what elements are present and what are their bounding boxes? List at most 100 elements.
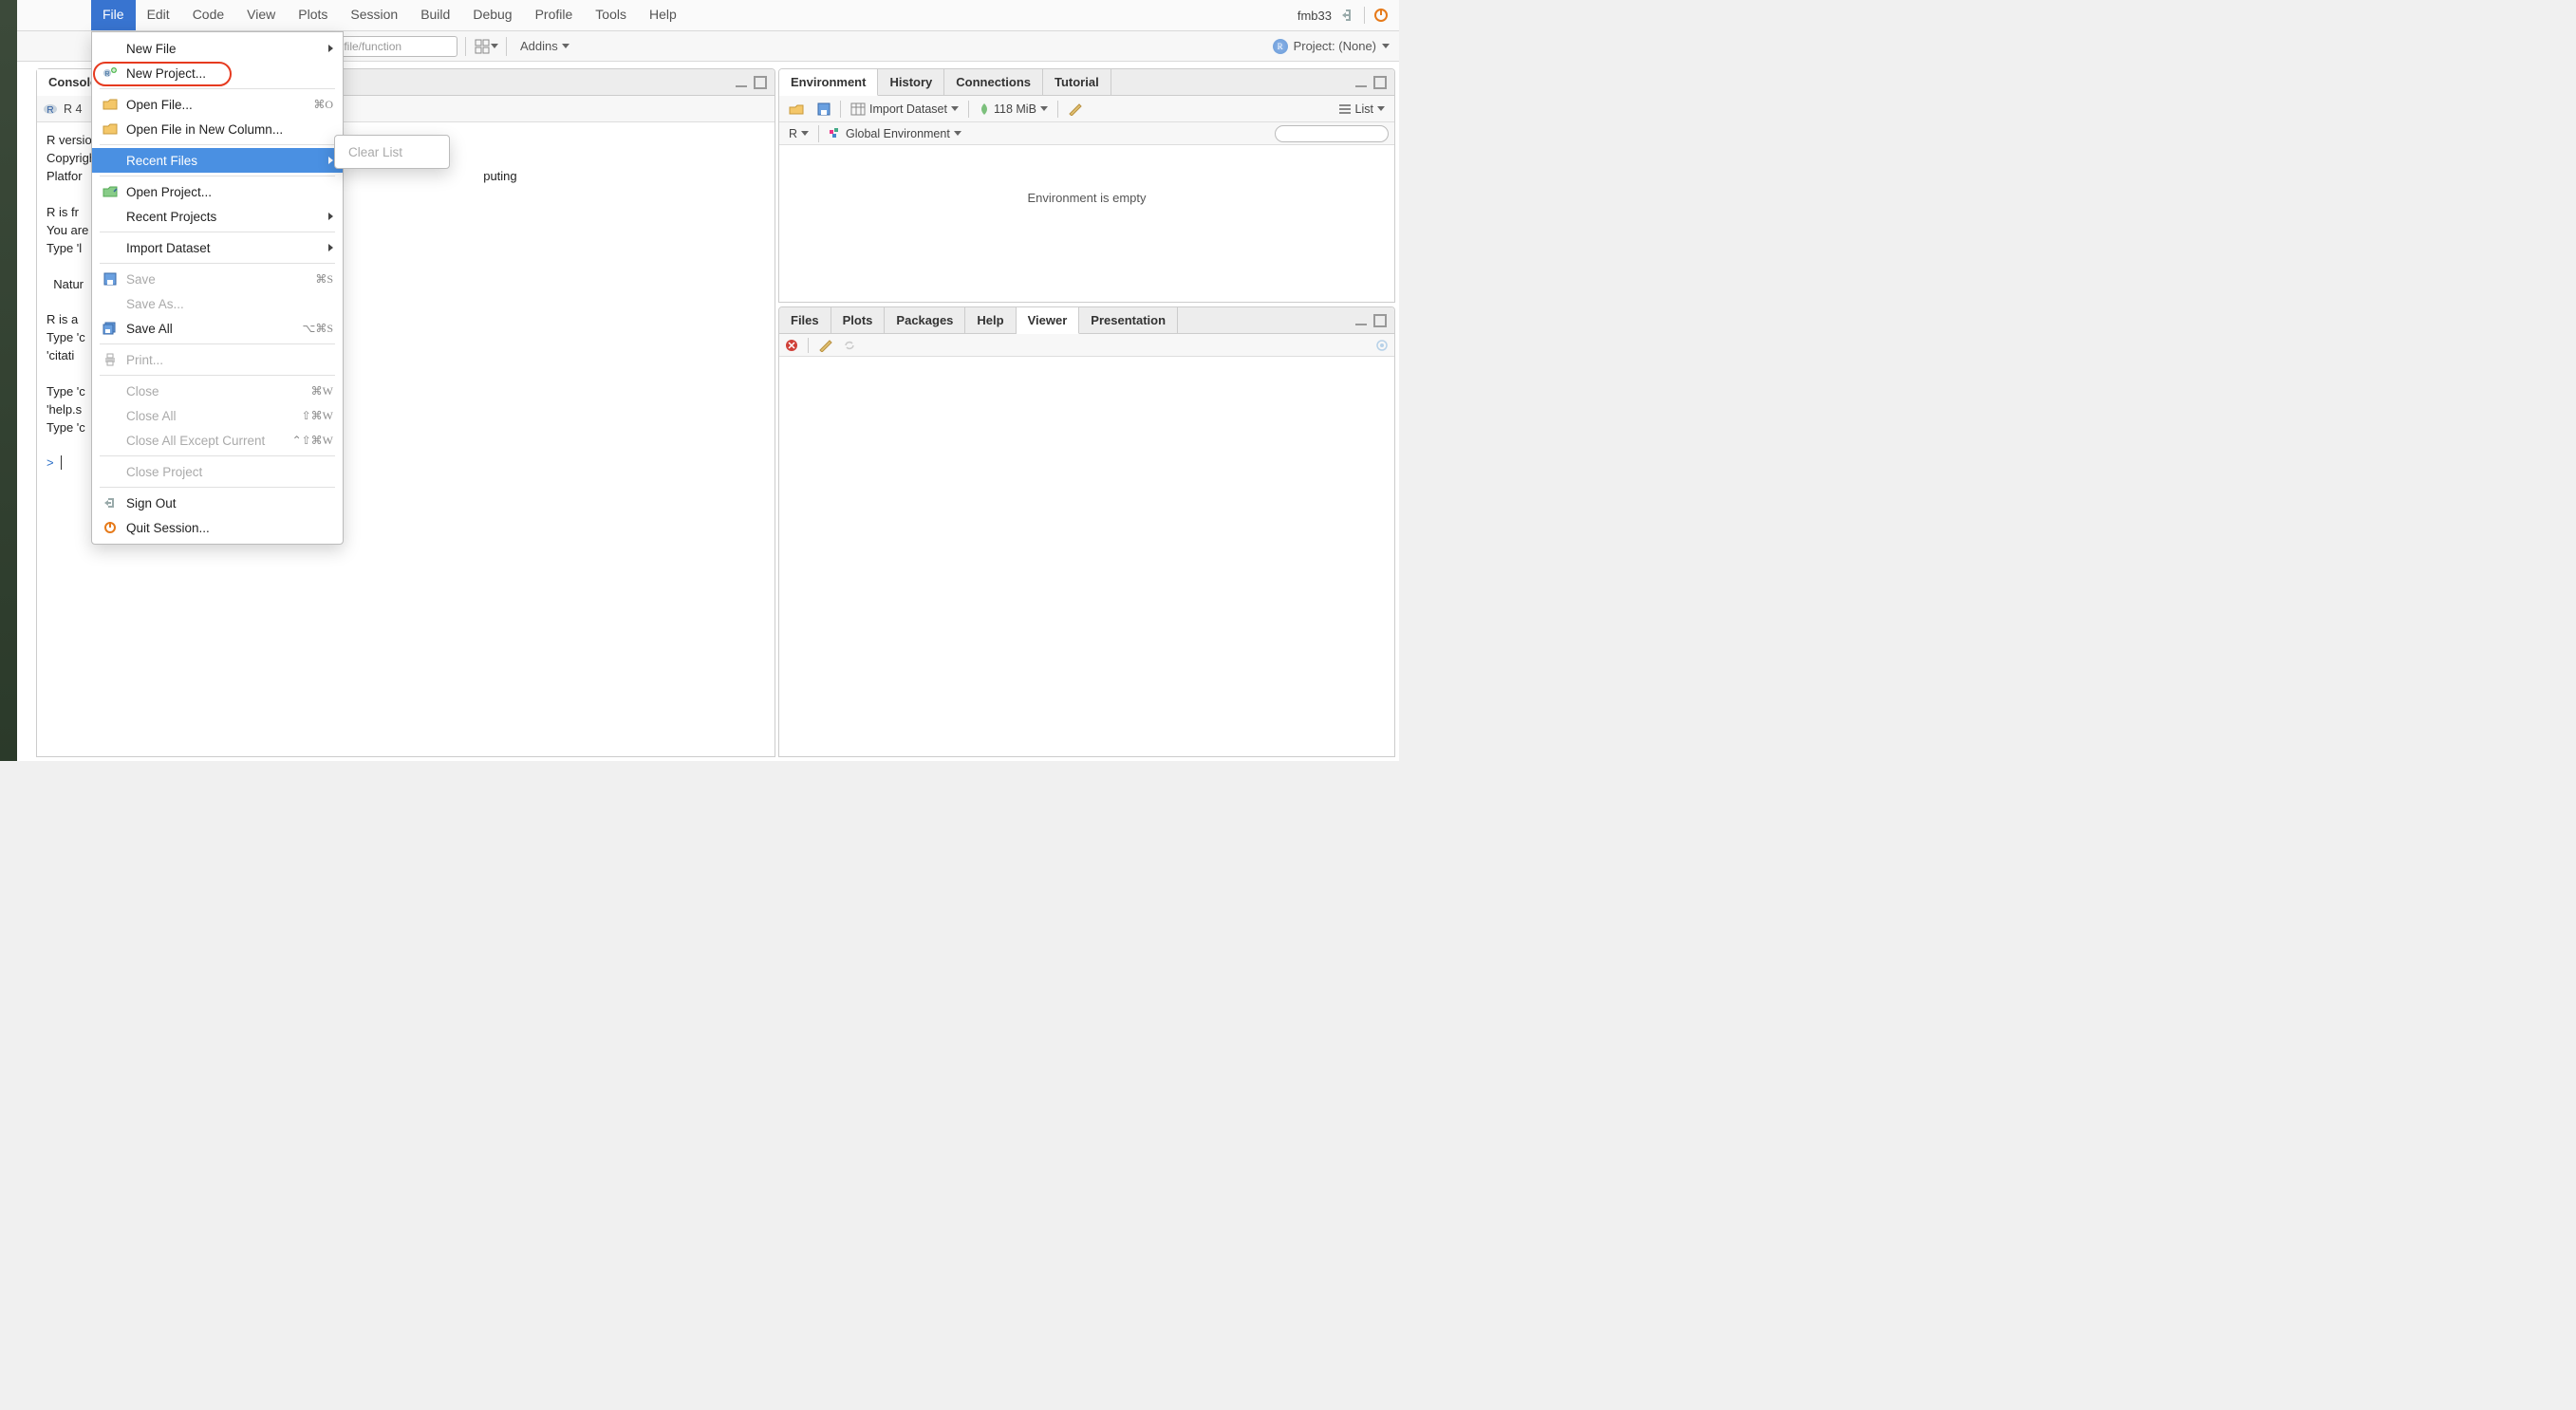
menu-edit[interactable]: Edit [136, 0, 181, 30]
env-empty-label: Environment is empty [1028, 191, 1147, 205]
viewer-tabbar: Files Plots Packages Help Viewer Present… [779, 307, 1394, 334]
file-menu-item-label: Open File in New Column... [126, 122, 333, 137]
sign-out-icon [102, 496, 119, 510]
file-menu-item[interactable]: RNew Project... [92, 61, 343, 85]
shortcut-label: ⌘O [313, 98, 333, 112]
file-menu-item-label: New File [126, 42, 321, 56]
file-menu-item[interactable]: Recent Projects [92, 204, 343, 229]
maximize-pane-icon[interactable] [1373, 314, 1387, 327]
file-menu-item[interactable]: Open File in New Column... [92, 117, 343, 141]
project-label[interactable]: Project: (None) [1294, 39, 1376, 53]
maximize-pane-icon[interactable] [754, 76, 767, 89]
project-dropdown-caret[interactable] [1382, 44, 1390, 48]
tab-history[interactable]: History [878, 69, 944, 95]
file-menu-item-label: Close Project [126, 465, 333, 479]
svg-text:R: R [104, 71, 109, 78]
publish-viewer-icon[interactable] [1375, 339, 1389, 352]
save-workspace-icon[interactable] [813, 101, 834, 118]
env-scope-button[interactable]: Global Environment [825, 125, 965, 142]
menu-file[interactable]: File [91, 0, 136, 30]
tab-viewer[interactable]: Viewer [1017, 307, 1080, 334]
clear-viewer-icon[interactable] [818, 339, 833, 352]
tab-help[interactable]: Help [965, 307, 1016, 333]
tab-tutorial[interactable]: Tutorial [1043, 69, 1111, 95]
file-menu-item-label: Open File... [126, 98, 306, 112]
scope-r-label: R [789, 127, 797, 140]
file-menu-item[interactable]: Sign Out [92, 491, 343, 515]
menu-build[interactable]: Build [409, 0, 461, 30]
shortcut-label: ⌘W [311, 384, 333, 399]
addins-menu[interactable]: Addins [520, 39, 569, 53]
save-all-icon [102, 322, 119, 335]
open-file-icon [102, 122, 119, 136]
menu-tools[interactable]: Tools [584, 0, 638, 30]
menu-view[interactable]: View [235, 0, 287, 30]
minimize-pane-icon[interactable] [735, 76, 748, 89]
minimize-pane-icon[interactable] [1354, 314, 1368, 327]
file-menu-item-label: Open Project... [126, 185, 333, 199]
shortcut-label: ⌃⇧⌘W [292, 434, 333, 448]
file-menu-item[interactable]: Recent Files [92, 148, 343, 173]
shortcut-label: ⌘S [315, 272, 333, 287]
console-prompt[interactable]: > [47, 455, 54, 470]
caret-down-icon [562, 44, 569, 48]
menu-plots[interactable]: Plots [287, 0, 339, 30]
file-menu-item: Close Project [92, 459, 343, 484]
file-menu-item[interactable]: New File [92, 36, 343, 61]
file-menu-item-label: Quit Session... [126, 521, 333, 535]
env-tabbar: Environment History Connections Tutorial [779, 69, 1394, 96]
tab-packages[interactable]: Packages [885, 307, 965, 333]
separator [465, 37, 466, 56]
file-menu-dropdown: New FileRNew Project...Open File...⌘OOpe… [91, 31, 344, 545]
submenu-arrow-icon [328, 45, 333, 52]
clear-objects-icon[interactable] [1064, 101, 1087, 118]
tab-presentation[interactable]: Presentation [1079, 307, 1178, 333]
submenu-arrow-icon [328, 244, 333, 251]
print-icon [102, 353, 119, 366]
tab-plots[interactable]: Plots [831, 307, 886, 333]
file-menu-item[interactable]: Open Project... [92, 179, 343, 204]
tab-environment[interactable]: Environment [779, 69, 878, 96]
submenu-arrow-icon [328, 213, 333, 220]
menu-debug[interactable]: Debug [461, 0, 523, 30]
submenu-clear-list[interactable]: Clear List [335, 139, 449, 164]
env-body: Environment is empty [779, 145, 1394, 302]
language-scope-button[interactable]: R [785, 125, 812, 142]
import-dataset-button[interactable]: Import Dataset [847, 101, 962, 118]
view-mode-label: List [1355, 102, 1373, 116]
file-menu-item[interactable]: Save All⌥⌘S [92, 316, 343, 341]
file-menu-item[interactable]: Quit Session... [92, 515, 343, 540]
file-menu-item-label: Save As... [126, 297, 333, 311]
memory-label: 118 MiB [994, 102, 1036, 116]
menu-help[interactable]: Help [638, 0, 688, 30]
remove-viewer-icon[interactable] [785, 339, 798, 352]
load-workspace-icon[interactable] [785, 101, 808, 118]
env-search-input[interactable] [1275, 125, 1389, 142]
workspace-panes-icon[interactable] [474, 38, 491, 55]
addins-label: Addins [520, 39, 558, 53]
maximize-pane-icon[interactable] [1373, 76, 1387, 89]
file-menu-item: Save⌘S [92, 267, 343, 291]
svg-text:R: R [47, 105, 53, 116]
file-menu-item[interactable]: Open File... ⌘O [92, 92, 343, 117]
list-view-button[interactable]: List [1335, 101, 1389, 118]
menu-session[interactable]: Session [339, 0, 409, 30]
project-icon: R [1273, 39, 1288, 54]
menu-profile[interactable]: Profile [524, 0, 585, 30]
menu-code[interactable]: Code [181, 0, 235, 30]
save-icon [102, 272, 119, 286]
goto-file-input[interactable]: to file/function [325, 36, 457, 57]
file-menu-item-label: Close All Except Current [126, 434, 285, 448]
separator [506, 37, 507, 56]
tab-connections[interactable]: Connections [944, 69, 1043, 95]
memory-usage-button[interactable]: 118 MiB [975, 101, 1052, 118]
minimize-pane-icon[interactable] [1354, 76, 1368, 89]
sign-out-icon[interactable] [1339, 7, 1356, 24]
username-label: fmb33 [1297, 9, 1332, 23]
file-menu-item[interactable]: Import Dataset [92, 235, 343, 260]
panes-dropdown-caret[interactable] [491, 44, 498, 48]
quit-session-icon[interactable] [1372, 7, 1390, 24]
tab-files[interactable]: Files [779, 307, 831, 333]
r-lang-icon: R [43, 102, 58, 117]
sync-viewer-icon[interactable] [843, 339, 856, 352]
